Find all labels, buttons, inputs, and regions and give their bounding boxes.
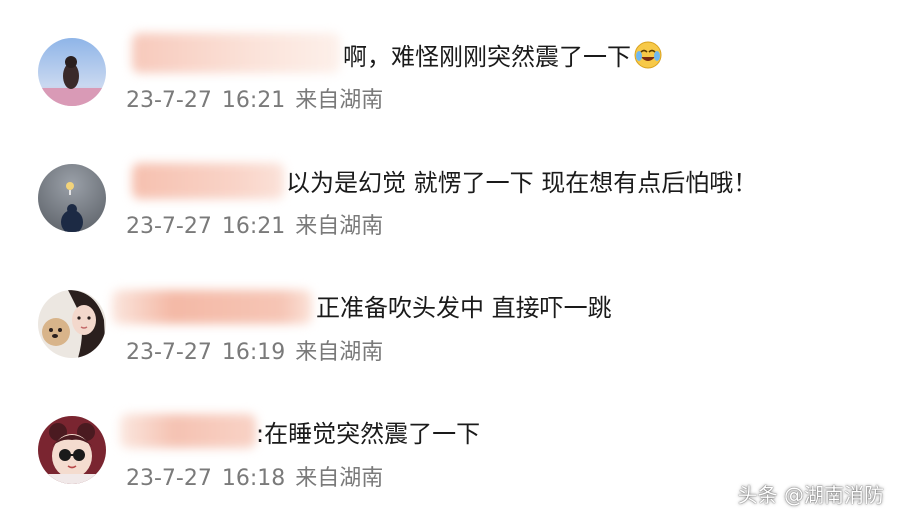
comment-time: 16:21 (221, 88, 286, 113)
comment-text: :在睡觉突然震了一下 (256, 420, 481, 448)
watermark: 头条 @湖南消防 (737, 483, 884, 507)
avatar[interactable] (38, 38, 106, 106)
redacted-username (120, 414, 256, 448)
redacted-username (112, 290, 312, 324)
comment-date: 23-7-27 (126, 466, 212, 491)
comment-meta: 23-7-27 16:21 来自湖南 (126, 86, 383, 116)
redacted-username (132, 163, 284, 199)
comment-date: 23-7-27 (126, 88, 212, 113)
comment-date: 23-7-27 (126, 214, 212, 239)
comment-date: 23-7-27 (126, 340, 212, 365)
avatar[interactable] (38, 290, 106, 358)
comment-list: 啊，难怪刚刚突然震了一下 23-7-27 16:21 来自湖南 以为是幻觉 就愣… (0, 0, 900, 524)
comment-text: 正准备吹头发中 直接吓一跳 (316, 294, 612, 322)
comment-time: 16:21 (221, 214, 286, 239)
comment-meta: 23-7-27 16:19 来自湖南 (126, 338, 383, 368)
comment-item: 以为是幻觉 就愣了一下 现在想有点后怕哦！ 23-7-27 16:21 来自湖南 (0, 125, 900, 239)
comment-time: 16:18 (221, 466, 286, 491)
comment-time: 16:19 (221, 340, 286, 365)
comment-text: 啊，难怪刚刚突然震了一下 (343, 40, 663, 73)
comment-item: :在睡觉突然震了一下 23-7-27 16:18 来自湖南 (0, 378, 900, 491)
comment-item: 正准备吹头发中 直接吓一跳 23-7-27 16:19 来自湖南 (0, 252, 900, 365)
comment-text: 以为是幻觉 就愣了一下 现在想有点后怕哦！ (286, 169, 758, 197)
avatar[interactable] (38, 164, 106, 232)
comment-location: 来自湖南 (295, 88, 384, 113)
comment-meta: 23-7-27 16:18 来自湖南 (126, 464, 383, 494)
comment-meta: 23-7-27 16:21 来自湖南 (126, 212, 383, 242)
comment-location: 来自湖南 (295, 466, 384, 491)
comment-location: 来自湖南 (295, 214, 384, 239)
comment-location: 来自湖南 (295, 340, 384, 365)
laughing-crying-icon (633, 40, 663, 70)
comment-item: 啊，难怪刚刚突然震了一下 23-7-27 16:21 来自湖南 (0, 0, 900, 113)
redacted-username (132, 33, 340, 73)
avatar[interactable] (38, 416, 106, 484)
